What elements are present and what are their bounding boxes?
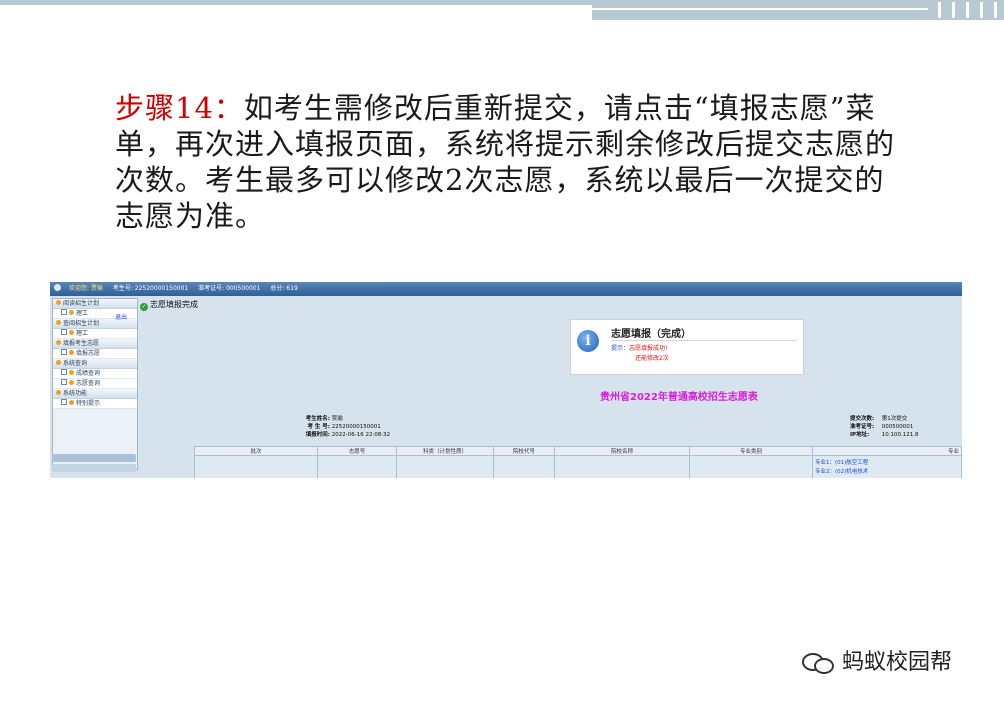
decor-dash	[966, 2, 969, 18]
folder-icon	[56, 360, 61, 365]
success-dialog: i 志愿填报（完成） 提示：志愿填报成功! 还能修改2次	[570, 319, 804, 375]
expand-icon	[61, 369, 67, 375]
col-header: 科类（计划性质）	[396, 446, 494, 456]
folder-icon	[69, 350, 74, 355]
sidebar-item[interactable]: 成绩查询	[53, 369, 137, 379]
sidebar-group[interactable]: 填报考生志愿	[53, 339, 137, 349]
folder-icon	[56, 390, 61, 395]
folder-icon	[69, 400, 74, 405]
col-header: 专业类别	[689, 446, 813, 456]
dialog-message: 提示：志愿填报成功!	[611, 345, 668, 352]
major-list: 专业1：(01)航空工程 专业2：(02)机电技术	[812, 455, 962, 478]
top-decor-bar	[0, 0, 592, 5]
info-row: 考生姓名: 贾瑜	[305, 416, 343, 422]
expand-icon	[61, 399, 67, 405]
expand-icon	[61, 379, 67, 385]
info-row: 准考证号: 000500001	[850, 424, 914, 430]
expand-icon	[61, 309, 67, 315]
step-label: 步骤14：	[115, 91, 244, 125]
sidebar-menu: 阅读招生计划 理工 查阅招生计划 理工 填报考生志愿 填报志愿 系统查询 成绩查…	[52, 298, 138, 470]
folder-icon	[69, 310, 74, 315]
folder-icon	[69, 330, 74, 335]
folder-icon	[56, 300, 61, 305]
sidebar-item-fill-volunteer[interactable]: 填报志愿	[53, 349, 137, 359]
exam-no: 考生号: 22520000150001	[112, 285, 189, 292]
info-row: IP地址: 10.100.121.8	[850, 432, 919, 438]
col-header: 专业	[812, 446, 962, 456]
folder-icon	[69, 370, 74, 375]
table-row: 专业1：(01)航空工程 专业2：(02)机电技术	[194, 455, 962, 478]
decor-dash	[952, 2, 955, 18]
folder-icon	[56, 320, 61, 325]
major-item: 专业1：(01)航空工程	[815, 460, 869, 466]
user-icon	[54, 284, 61, 291]
decor-dash	[938, 2, 941, 18]
watermark: 蚂蚁校园帮	[802, 644, 952, 676]
student-info: 考生姓名: 贾瑜 考 生 号: 22520000150001 填报时间: 202…	[288, 415, 390, 439]
slide-instruction: 步骤14：如考生需修改后重新提交，请点击“填报志愿”菜单，再次进入填报页面，系统…	[115, 90, 905, 234]
col-header: 志愿号	[317, 446, 397, 456]
check-icon: ✓	[140, 303, 148, 311]
col-header: 批次	[194, 446, 318, 456]
volunteer-table: 批次 志愿号 科类（计划性质） 院校代号 院校名称 专业类别 专业 专业1：(0…	[194, 446, 962, 478]
dialog-title: 志愿填报（完成）	[611, 329, 691, 340]
screenshot-header: 欢迎您: 贾瑜 考生号: 22520000150001 准考证号: 000500…	[50, 282, 962, 296]
decor-dash	[994, 2, 997, 18]
sidebar-button[interactable]	[52, 454, 136, 462]
expand-icon	[61, 349, 67, 355]
dialog-divider	[611, 340, 797, 341]
welcome-text: 欢迎您: 贾瑜	[69, 285, 103, 292]
sidebar-item[interactable]: 特别提示	[53, 399, 137, 409]
folder-icon	[56, 340, 61, 345]
decor-dash	[980, 2, 983, 18]
col-header: 院校代号	[493, 446, 555, 456]
table-header-row: 批次 志愿号 科类（计划性质） 院校代号 院校名称 专业类别 专业	[194, 446, 962, 456]
score: 总分: 619	[270, 285, 298, 292]
system-screenshot: 欢迎您: 贾瑜 考生号: 22520000150001 准考证号: 000500…	[50, 282, 962, 478]
folder-icon	[69, 380, 74, 385]
decor-line	[592, 8, 928, 10]
expand-icon	[61, 329, 67, 335]
ticket-no: 准考证号: 000500001	[198, 285, 261, 292]
info-row: 填报时间: 2022-06-16 22:08:32	[305, 432, 391, 438]
col-header: 院校名称	[554, 446, 690, 456]
sheet-title: 贵州省2022年普通高校招生志愿表	[600, 392, 758, 403]
sidebar-group[interactable]: 系统查询	[53, 359, 137, 369]
page-title: ✓ 志愿填报完成	[140, 300, 198, 311]
sidebar-group[interactable]: 阅读招生计划	[53, 299, 137, 309]
submit-info: 提交次数: 第1次提交 准考证号: 000500001 IP地址: 10.100…	[850, 415, 919, 439]
wechat-icon	[802, 651, 834, 674]
sidebar-item[interactable]: 志愿查询	[53, 379, 137, 389]
info-row: 考 生 号: 22520000150001	[307, 424, 381, 430]
top-decor-bar-right	[592, 0, 1004, 20]
sidebar-group[interactable]: 系统功能	[53, 389, 137, 399]
major-item: 专业2：(02)机电技术	[815, 469, 869, 475]
logout-link[interactable]: 退出	[115, 312, 127, 321]
dialog-remaining: 还能修改2次	[635, 355, 669, 362]
sidebar-item[interactable]: 理工	[53, 329, 137, 339]
info-row: 提交次数: 第1次提交	[850, 416, 908, 422]
info-icon: i	[577, 330, 599, 352]
sidebar-button[interactable]	[52, 464, 136, 472]
